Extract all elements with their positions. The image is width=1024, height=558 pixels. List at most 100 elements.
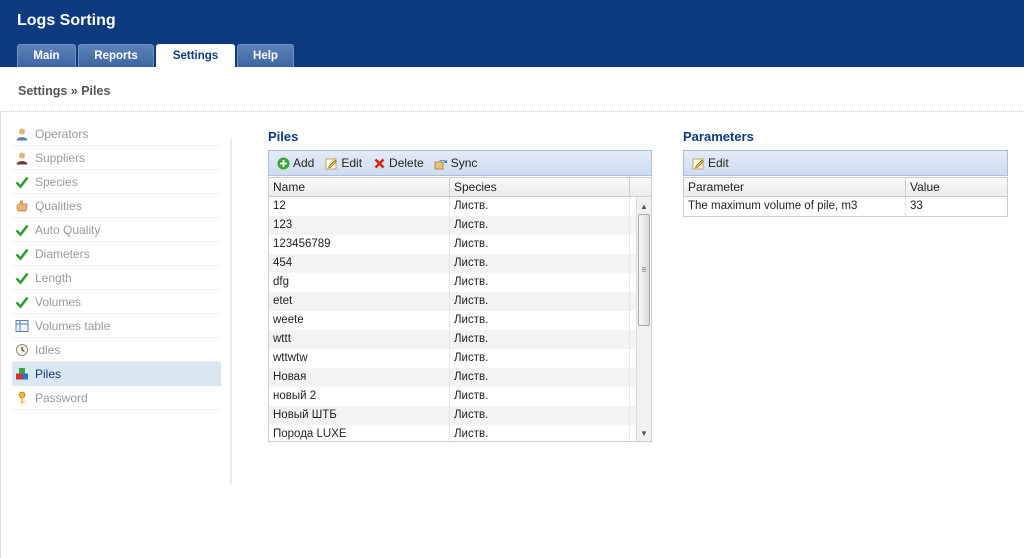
pile-name-cell: weete <box>269 311 450 330</box>
settings-sidebar: Operators Suppliers Species Qualities Au… <box>12 122 221 410</box>
delete-label: Delete <box>389 156 424 170</box>
column-header-species[interactable]: Species <box>450 178 630 196</box>
sidebar-item-label: Password <box>35 390 88 405</box>
delete-button[interactable]: Delete <box>372 156 424 170</box>
sidebar-item-label: Qualities <box>35 198 82 213</box>
sidebar-item-label: Piles <box>35 366 62 381</box>
boxes-icon <box>15 367 29 381</box>
table-row[interactable]: 123 Листв. <box>269 216 651 235</box>
clock-icon <box>15 343 29 357</box>
sidebar-item-label: Volumes table <box>35 318 111 333</box>
table-row[interactable]: новый 2 Листв. <box>269 387 651 406</box>
column-header-spacer <box>630 178 651 196</box>
sidebar-item-label: Volumes <box>35 294 82 309</box>
sidebar-item-label: Idles <box>35 342 61 357</box>
tab-help[interactable]: Help <box>237 44 294 67</box>
sidebar-item-diameters[interactable]: Diameters <box>12 242 221 266</box>
sidebar-item-piles[interactable]: Piles <box>12 362 221 386</box>
parameters-title: Parameters <box>683 129 754 144</box>
pile-species-cell: Листв. <box>450 387 630 406</box>
main-tabs: Main Reports Settings Help <box>17 44 294 67</box>
sidebar-item-volumes[interactable]: Volumes <box>12 290 221 314</box>
edit-icon <box>324 156 338 170</box>
delete-icon <box>372 156 386 170</box>
table-row[interactable]: 123456789 Листв. <box>269 235 651 254</box>
pile-name-cell: новый 2 <box>269 387 450 406</box>
sidebar-item-species[interactable]: Species <box>12 170 221 194</box>
tab-main[interactable]: Main <box>17 44 76 67</box>
table-row[interactable]: wttt Листв. <box>269 330 651 349</box>
piles-grid: Name Species 12 Листв. 123 Листв. 123456789 Л… <box>268 177 652 442</box>
piles-grid-header: Name Species <box>269 178 651 197</box>
pile-species-cell: Листв. <box>450 425 630 441</box>
piles-grid-body: 12 Листв. 123 Листв. 123456789 Листв. 454 Листв… <box>269 197 651 441</box>
app-header: Logs Sorting Main Reports Settings Help <box>0 0 1024 67</box>
pile-species-cell: Листв. <box>450 273 630 292</box>
pile-species-cell: Листв. <box>450 330 630 349</box>
pile-species-cell: Листв. <box>450 254 630 273</box>
edit-button[interactable]: Edit <box>324 156 362 170</box>
check-icon <box>15 247 29 261</box>
sidebar-item-length[interactable]: Length <box>12 266 221 290</box>
add-button[interactable]: Add <box>276 156 314 170</box>
pile-name-cell: wttwtw <box>269 349 450 368</box>
table-row[interactable]: etet Листв. <box>269 292 651 311</box>
sidebar-item-auto-quality[interactable]: Auto Quality <box>12 218 221 242</box>
column-header-parameter[interactable]: Parameter <box>684 178 906 196</box>
sidebar-item-idles[interactable]: Idles <box>12 338 221 362</box>
sidebar-item-suppliers[interactable]: Suppliers <box>12 146 221 170</box>
parameters-grid: Parameter Value The maximum volume of pi… <box>683 177 1008 217</box>
scroll-grip-icon: ≡ <box>641 264 647 275</box>
tab-settings[interactable]: Settings <box>156 44 235 67</box>
sidebar-item-operators[interactable]: Operators <box>12 122 221 146</box>
key-icon <box>15 391 29 405</box>
page-left-border <box>0 111 1 558</box>
sidebar-separator <box>230 138 232 484</box>
edit-icon <box>691 156 705 170</box>
pile-species-cell: Листв. <box>450 349 630 368</box>
column-header-value[interactable]: Value <box>906 178 1007 196</box>
hand-icon <box>15 199 29 213</box>
table-row[interactable]: Порода LUXE Листв. <box>269 425 651 441</box>
check-icon <box>15 223 29 237</box>
pile-species-cell: Листв. <box>450 235 630 254</box>
scroll-up-icon[interactable]: ▲ <box>637 199 651 213</box>
pile-name-cell: etet <box>269 292 450 311</box>
table-row[interactable]: weete Листв. <box>269 311 651 330</box>
pile-name-cell: dfg <box>269 273 450 292</box>
check-icon <box>15 295 29 309</box>
pile-species-cell: Листв. <box>450 197 630 216</box>
pile-name-cell: 454 <box>269 254 450 273</box>
app-title: Logs Sorting <box>17 12 116 29</box>
sidebar-item-password[interactable]: Password <box>12 386 221 410</box>
parameters-grid-header: Parameter Value <box>684 178 1007 197</box>
piles-scrollbar[interactable]: ▲ ≡ ▼ <box>636 197 651 441</box>
table-row[interactable]: Новый ШТБ Листв. <box>269 406 651 425</box>
sync-button[interactable]: Sync <box>434 156 478 170</box>
scroll-thumb[interactable]: ≡ <box>638 214 650 326</box>
sync-label: Sync <box>450 156 478 170</box>
pile-name-cell: 12 <box>269 197 450 216</box>
tab-reports[interactable]: Reports <box>78 44 154 67</box>
table-row[interactable]: 454 Листв. <box>269 254 651 273</box>
table-row[interactable]: wttwtw Листв. <box>269 349 651 368</box>
column-header-name[interactable]: Name <box>269 178 450 196</box>
table-row[interactable]: 12 Листв. <box>269 197 651 216</box>
piles-toolbar: Add Edit Delete Sync <box>268 150 652 176</box>
table-row[interactable]: The maximum volume of pile, m3 33 <box>684 197 1007 216</box>
pile-species-cell: Листв. <box>450 292 630 311</box>
pile-name-cell: Порода LUXE <box>269 425 450 441</box>
sidebar-item-label: Auto Quality <box>35 222 101 237</box>
pile-name-cell: Новый ШТБ <box>269 406 450 425</box>
parameter-value-cell: 33 <box>910 200 923 212</box>
add-icon <box>276 156 290 170</box>
sidebar-item-qualities[interactable]: Qualities <box>12 194 221 218</box>
sync-icon <box>434 156 448 170</box>
parameters-edit-button[interactable]: Edit <box>691 156 729 170</box>
table-row[interactable]: dfg Листв. <box>269 273 651 292</box>
sidebar-item-volumes-table[interactable]: Volumes table <box>12 314 221 338</box>
table-row[interactable]: Новая Листв. <box>269 368 651 387</box>
pile-name-cell: 123 <box>269 216 450 235</box>
pile-species-cell: Листв. <box>450 368 630 387</box>
scroll-down-icon[interactable]: ▼ <box>637 426 651 440</box>
